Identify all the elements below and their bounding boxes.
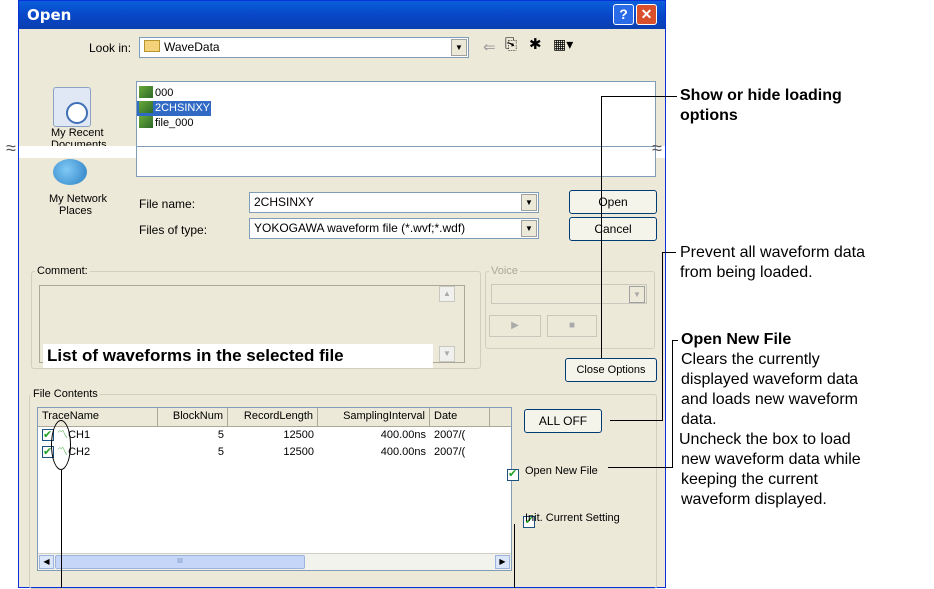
file-name-label: File name: <box>139 197 196 211</box>
scroll-left-icon[interactable]: ◀ <box>39 555 54 569</box>
waveform-file-icon <box>139 116 153 128</box>
open-dialog: Open ? ✕ Look in: WaveData ▼ ⇐ ⎘ ✱ ▦▾ My… <box>18 0 666 589</box>
scroll-right-icon[interactable]: ▶ <box>495 555 510 569</box>
folder-icon <box>144 40 160 52</box>
prevent-leader-v <box>662 252 663 420</box>
table-row[interactable]: 〽CH1 5 12500 400.00ns 2007/( <box>38 427 511 444</box>
network-places-icon[interactable] <box>53 159 93 189</box>
waveform-file-icon <box>139 86 153 98</box>
show-hide-leader-v <box>601 96 602 358</box>
look-in-value: WaveData <box>164 40 220 54</box>
prevent-annotation: Prevent all waveform data from being loa… <box>680 244 865 281</box>
back-icon[interactable]: ⇐ <box>483 38 496 56</box>
file-item[interactable]: 000 <box>137 86 211 101</box>
prevent-leader-h2 <box>610 420 663 421</box>
places-network-label-1: My Network <box>49 193 108 205</box>
voice-label: Voice <box>489 265 520 277</box>
file-name-input[interactable]: 2CHSINXY ▼ <box>249 192 539 213</box>
scroll-up-icon[interactable]: ▲ <box>439 286 455 302</box>
chevron-down-icon[interactable]: ▼ <box>629 286 645 303</box>
file-list[interactable]: 000 2CHSINXY file_000 <box>136 81 656 147</box>
cancel-button[interactable]: Cancel <box>569 217 657 241</box>
look-in-label: Look in: <box>89 41 132 55</box>
trace-table[interactable]: TraceName BlockNum RecordLength Sampling… <box>37 407 512 571</box>
col-date[interactable]: Date <box>430 408 490 426</box>
new-folder-icon[interactable]: ✱ <box>529 35 542 53</box>
file-item[interactable]: file_000 <box>137 116 211 131</box>
close-options-button[interactable]: Close Options <box>565 358 657 382</box>
look-in-select[interactable]: WaveData ▼ <box>139 37 469 58</box>
col-recordlength[interactable]: RecordLength <box>228 408 318 426</box>
files-of-type-select[interactable]: YOKOGAWA waveform file (*.wvf;*.wdf) ▼ <box>249 218 539 239</box>
waveform-file-icon <box>139 101 153 113</box>
scroll-down-icon[interactable]: ▼ <box>439 346 455 362</box>
table-header: TraceName BlockNum RecordLength Sampling… <box>38 408 511 427</box>
title-bar[interactable]: Open ? ✕ <box>19 1 665 29</box>
open-new-leader-v <box>672 340 673 468</box>
chevron-down-icon[interactable]: ▼ <box>521 220 537 237</box>
init-current-setting-label: Init. Current Setting <box>525 512 620 524</box>
comment-label: Comment: <box>35 265 90 277</box>
file-list-lower <box>136 147 656 177</box>
prevent-leader-h1 <box>662 252 676 253</box>
show-hide-annotation: Show or hide loading options <box>680 87 842 124</box>
col-blocknum[interactable]: BlockNum <box>158 408 228 426</box>
up-folder-icon[interactable]: ⎘ <box>505 36 517 53</box>
stop-icon[interactable]: ■ <box>547 315 597 337</box>
help-button[interactable]: ? <box>613 4 634 25</box>
voice-select[interactable]: ▼ <box>491 284 647 304</box>
places-network-label-2: Places <box>59 205 93 217</box>
open-new-file-checkbox[interactable] <box>507 467 519 481</box>
recent-documents-icon[interactable] <box>53 87 93 127</box>
list-of-waveforms-callout: List of waveforms in the selected file <box>43 344 433 368</box>
play-icon[interactable]: ▶ <box>489 315 541 337</box>
open-button[interactable]: Open <box>569 190 657 214</box>
open-new-file-label: Open New File <box>525 465 598 477</box>
show-hide-leader-h <box>601 96 677 97</box>
file-contents-label: File Contents <box>31 388 100 400</box>
view-menu-icon[interactable]: ▦▾ <box>553 36 573 53</box>
table-row[interactable]: 〽CH2 5 12500 400.00ns 2007/( <box>38 444 511 461</box>
files-of-type-label: Files of type: <box>139 223 208 237</box>
places-recent-label-1: My Recent <box>51 127 104 139</box>
close-button[interactable]: ✕ <box>636 4 657 25</box>
checkbox-highlight-oval <box>51 420 71 470</box>
col-samplinginterval[interactable]: SamplingInterval <box>318 408 430 426</box>
init-leader-line <box>514 524 515 588</box>
all-off-button[interactable]: ALL OFF <box>524 409 602 433</box>
chevron-down-icon[interactable]: ▼ <box>521 194 537 211</box>
open-new-leader-h <box>608 467 673 468</box>
open-new-file-annotation: Open New File Clears the currently displ… <box>679 331 861 508</box>
voice-group <box>485 271 655 349</box>
break-mark-left: ≈ <box>6 138 16 158</box>
file-item-selected[interactable]: 2CHSINXY <box>137 101 211 116</box>
chevron-down-icon[interactable]: ▼ <box>451 39 467 56</box>
dialog-title: Open <box>27 6 72 24</box>
break-mark-right: ≈ <box>652 138 662 158</box>
oval-leader-line <box>61 470 62 588</box>
scroll-thumb[interactable]: III <box>55 555 305 569</box>
list-of-waveforms-text: List of waveforms in the selected file <box>47 346 344 365</box>
horizontal-scrollbar[interactable]: ◀ III ▶ <box>38 553 511 570</box>
